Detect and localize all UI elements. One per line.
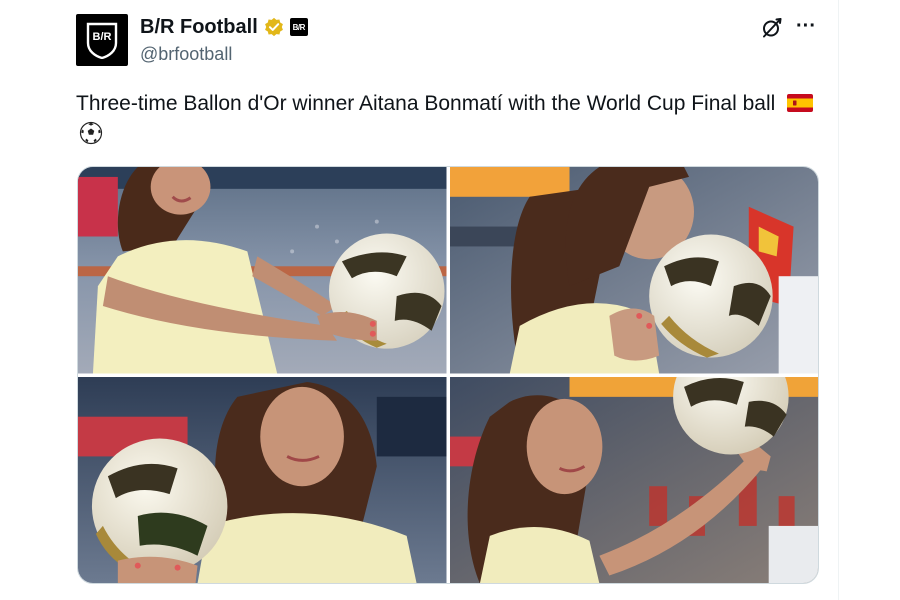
tweet-text: Three-time Ballon d'Or winner Aitana Bon…: [76, 88, 816, 150]
grok-icon[interactable]: [760, 16, 784, 40]
photo-icon: [449, 376, 818, 583]
photo-2[interactable]: [449, 167, 818, 374]
author-handle[interactable]: @brfootball: [140, 42, 232, 66]
avatar[interactable]: B/R: [76, 14, 128, 66]
soccer-ball-icon: [79, 121, 103, 145]
photo-1[interactable]: [78, 167, 447, 374]
more-icon[interactable]: ···: [794, 14, 818, 38]
affiliate-badge-icon[interactable]: B/R: [289, 18, 308, 36]
spain-flag-icon: [787, 94, 814, 112]
author-name-row: B/R Football B/R: [140, 14, 308, 40]
photo-4[interactable]: [449, 376, 818, 583]
column-divider: [838, 0, 839, 600]
verified-badge-icon[interactable]: [264, 17, 284, 37]
tweet-body: Three-time Ballon d'Or winner Aitana Bon…: [76, 92, 776, 115]
photo-icon: [78, 376, 447, 583]
br-logo-icon: B/R: [86, 22, 118, 59]
photo-icon: [449, 167, 818, 374]
photo-icon: [78, 167, 447, 374]
display-name[interactable]: B/R Football: [140, 14, 258, 40]
photo-3[interactable]: [78, 376, 447, 583]
media-grid: [77, 166, 819, 584]
avatar-label: B/R: [93, 31, 112, 43]
